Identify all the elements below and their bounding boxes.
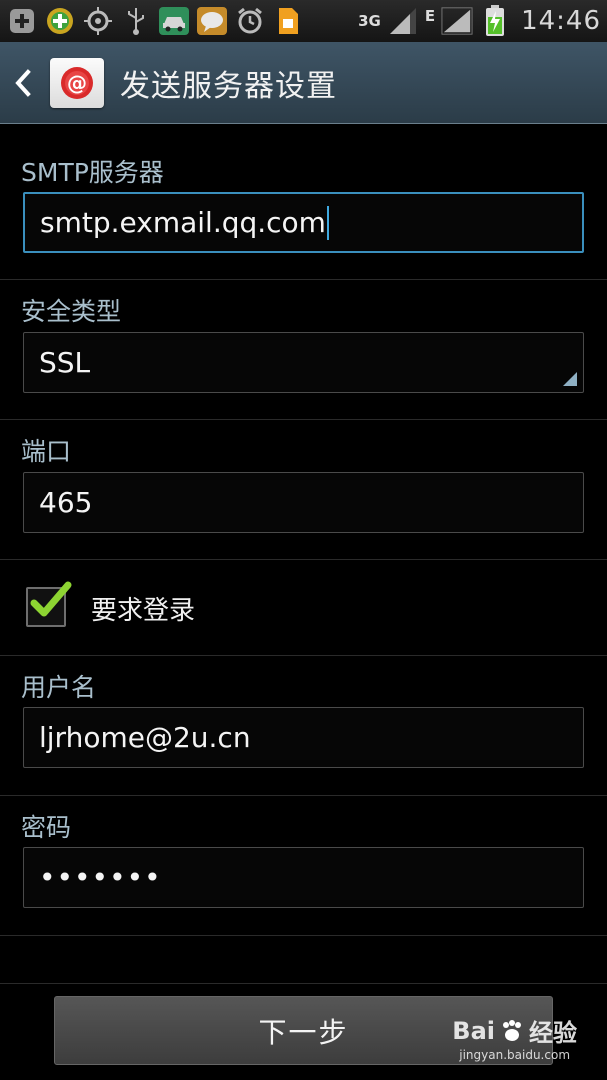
svg-text:@: @ xyxy=(67,71,87,95)
sim-icon xyxy=(272,5,304,37)
security-type-dropdown[interactable]: SSL xyxy=(23,332,584,393)
checkmark-icon xyxy=(30,581,72,617)
network-sub-type: E xyxy=(424,7,436,25)
gps-icon xyxy=(82,5,114,37)
smtp-label: SMTP服务器 xyxy=(21,158,164,187)
usb-icon xyxy=(120,5,152,37)
network-type: 3G xyxy=(358,12,381,30)
password-input[interactable]: ••••••• xyxy=(23,847,584,908)
security-section: 安全类型 SSL xyxy=(0,280,607,420)
status-bar: 3G E 14:46 xyxy=(0,0,607,42)
email-app-icon: @ xyxy=(50,57,104,108)
username-input[interactable]: ljrhome@2u.cn xyxy=(23,707,584,768)
username-value: ljrhome@2u.cn xyxy=(39,721,251,754)
paw-icon xyxy=(503,1019,521,1041)
signal-icon xyxy=(387,5,419,37)
port-value: 465 xyxy=(39,486,93,519)
username-section: 用户名 ljrhome@2u.cn xyxy=(0,656,607,796)
message-icon xyxy=(196,5,228,37)
alarm-icon xyxy=(234,5,266,37)
text-caret xyxy=(326,205,329,240)
port-section: 端口 465 xyxy=(0,420,607,560)
security-type-label: 安全类型 xyxy=(21,297,122,326)
plus-app-icon xyxy=(44,5,76,37)
port-input[interactable]: 465 xyxy=(23,472,584,533)
page-title: 发送服务器设置 xyxy=(120,68,337,104)
watermark-suffix: 经验 xyxy=(529,1019,577,1047)
security-type-value: SSL xyxy=(39,346,91,379)
watermark-brand: Bai xyxy=(452,1016,495,1045)
battery-icon xyxy=(479,5,511,37)
require-login-label: 要求登录 xyxy=(91,596,196,626)
watermark-url: jingyan.baidu.com xyxy=(459,1048,571,1062)
smtp-server-value: smtp.exmail.qq.com xyxy=(40,206,326,239)
password-value: ••••••• xyxy=(39,861,162,894)
username-label: 用户名 xyxy=(21,673,97,702)
action-bar: @ 发送服务器设置 xyxy=(0,42,607,124)
smtp-section: SMTP服务器 smtp.exmail.qq.com xyxy=(0,124,607,280)
signal-icon-2 xyxy=(441,5,473,37)
require-login-checkbox[interactable] xyxy=(26,581,72,627)
watermark: Bai 经验 jingyan.baidu.com xyxy=(452,1013,577,1063)
port-label: 端口 xyxy=(21,437,72,466)
back-button[interactable] xyxy=(2,42,44,124)
password-section: 密码 ••••••• xyxy=(0,796,607,936)
dropdown-arrow-icon xyxy=(563,372,577,386)
smtp-server-input[interactable]: smtp.exmail.qq.com xyxy=(23,192,584,253)
divider xyxy=(0,983,607,984)
password-label: 密码 xyxy=(21,813,72,842)
add-icon xyxy=(6,5,38,37)
car-icon xyxy=(158,5,190,37)
chevron-left-icon xyxy=(15,68,31,97)
clock: 14:46 xyxy=(521,6,601,36)
